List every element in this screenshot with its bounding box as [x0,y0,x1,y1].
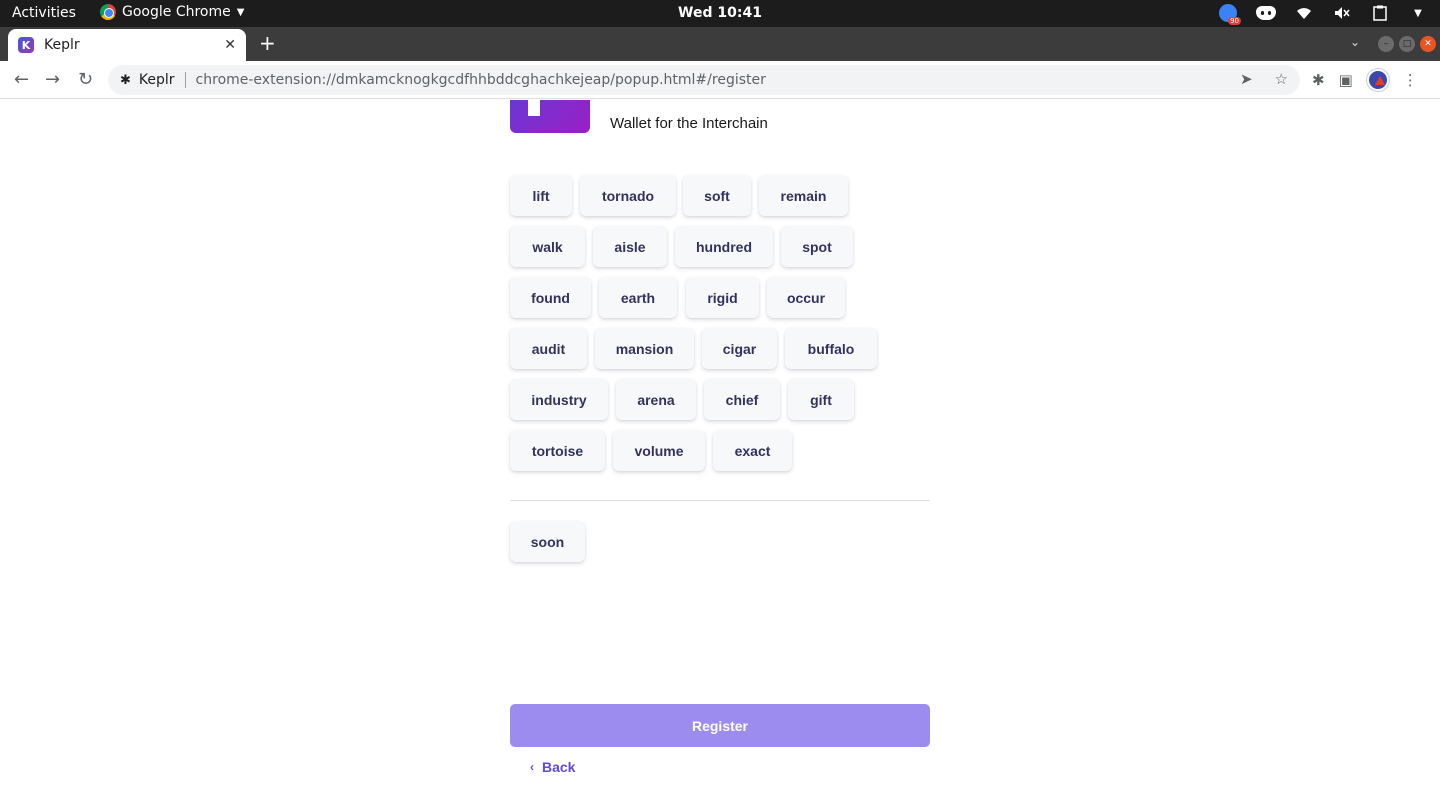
address-url[interactable]: chrome-extension://dmkamcknogkgcdfhhbddc… [196,72,766,88]
bookmark-star-icon[interactable]: ☆ [1275,70,1288,88]
word-chip-6[interactable]: aisle [593,226,667,267]
word-chip-15[interactable]: cigar [702,328,777,369]
more-menu-icon[interactable]: ⋮ [1403,71,1418,89]
profile-avatar[interactable] [1366,69,1389,91]
clipboard-icon[interactable] [1370,3,1390,23]
word-chip-7[interactable]: hundred [675,226,773,267]
word-chip-1[interactable]: lift [510,175,572,216]
divider [510,500,930,501]
word-chip-16[interactable]: buffalo [785,328,877,369]
discord-icon[interactable] [1256,3,1276,23]
system-tray: 90 ▼ [1218,3,1428,25]
tagline: Wallet for the Interchain [610,115,768,132]
address-separator [184,72,186,88]
wifi-icon[interactable] [1294,3,1314,23]
word-chip-10[interactable]: earth [599,277,677,318]
word-chip-17[interactable]: industry [510,379,608,420]
word-chip-21[interactable]: tortoise [510,430,605,471]
selected-word-chip-1[interactable]: soon [510,521,585,562]
word-chip-23[interactable]: exact [713,430,792,471]
register-button[interactable]: Register [510,704,930,747]
new-tab-icon[interactable]: + [259,33,276,53]
back-link[interactable]: ‹ Back [530,759,575,775]
tab-strip: K Keplr ✕ + ⌄ – □ ✕ [0,27,1440,61]
close-window-icon[interactable]: ✕ [1420,36,1436,52]
word-chip-3[interactable]: soft [683,175,751,216]
forward-arrow-icon[interactable]: → [45,69,60,90]
word-chip-13[interactable]: audit [510,328,587,369]
notification-badge: 90 [1228,17,1241,25]
close-tab-icon[interactable]: ✕ [224,37,236,53]
system-menu-chevron-icon[interactable]: ▼ [1408,3,1428,23]
keplr-favicon-icon: K [18,37,34,53]
word-chip-4[interactable]: remain [759,175,848,216]
send-icon[interactable]: ➤ [1240,70,1253,88]
side-panel-icon[interactable]: ▣ [1339,71,1353,89]
maximize-icon[interactable]: □ [1399,36,1415,52]
address-bar[interactable]: ✱ Keplr chrome-extension://dmkamcknogkgc… [108,65,1300,95]
tab-title: Keplr [44,37,80,53]
address-site-name: Keplr [138,72,175,88]
back-label: Back [542,759,576,775]
extension-icon: ✱ [120,72,131,88]
word-chip-2[interactable]: tornado [580,175,676,216]
word-chip-11[interactable]: rigid [686,277,759,318]
word-chip-14[interactable]: mansion [595,328,694,369]
word-chip-8[interactable]: spot [781,226,853,267]
window-controls: – □ ✕ [1378,36,1436,52]
notification-app-icon[interactable]: 90 [1218,3,1241,25]
word-chip-9[interactable]: found [510,277,591,318]
keplr-logo [510,100,590,133]
word-chip-19[interactable]: chief [704,379,780,420]
minimize-icon[interactable]: – [1378,36,1394,52]
chevron-left-icon: ‹ [530,760,534,774]
word-chip-18[interactable]: arena [616,379,696,420]
tab-search-chevron-icon[interactable]: ⌄ [1350,35,1360,49]
reload-icon[interactable]: ↻ [78,69,93,90]
word-chip-22[interactable]: volume [613,430,705,471]
extensions-puzzle-icon[interactable]: ✱ [1312,71,1325,89]
tab-keplr[interactable]: K Keplr ✕ [8,29,246,61]
system-top-bar: Activities Google Chrome ▼ Wed 10:41 90 … [0,0,1440,27]
back-arrow-icon[interactable]: ← [14,69,29,90]
browser-toolbar: ← → ↻ ✱ Keplr chrome-extension://dmkamck… [0,61,1440,99]
word-chip-20[interactable]: gift [788,379,854,420]
volume-icon[interactable] [1332,3,1352,23]
word-chip-5[interactable]: walk [510,226,585,267]
word-chip-12[interactable]: occur [767,277,845,318]
keplr-register-page: Wallet for the Interchain lift tornado sof… [0,100,1440,810]
